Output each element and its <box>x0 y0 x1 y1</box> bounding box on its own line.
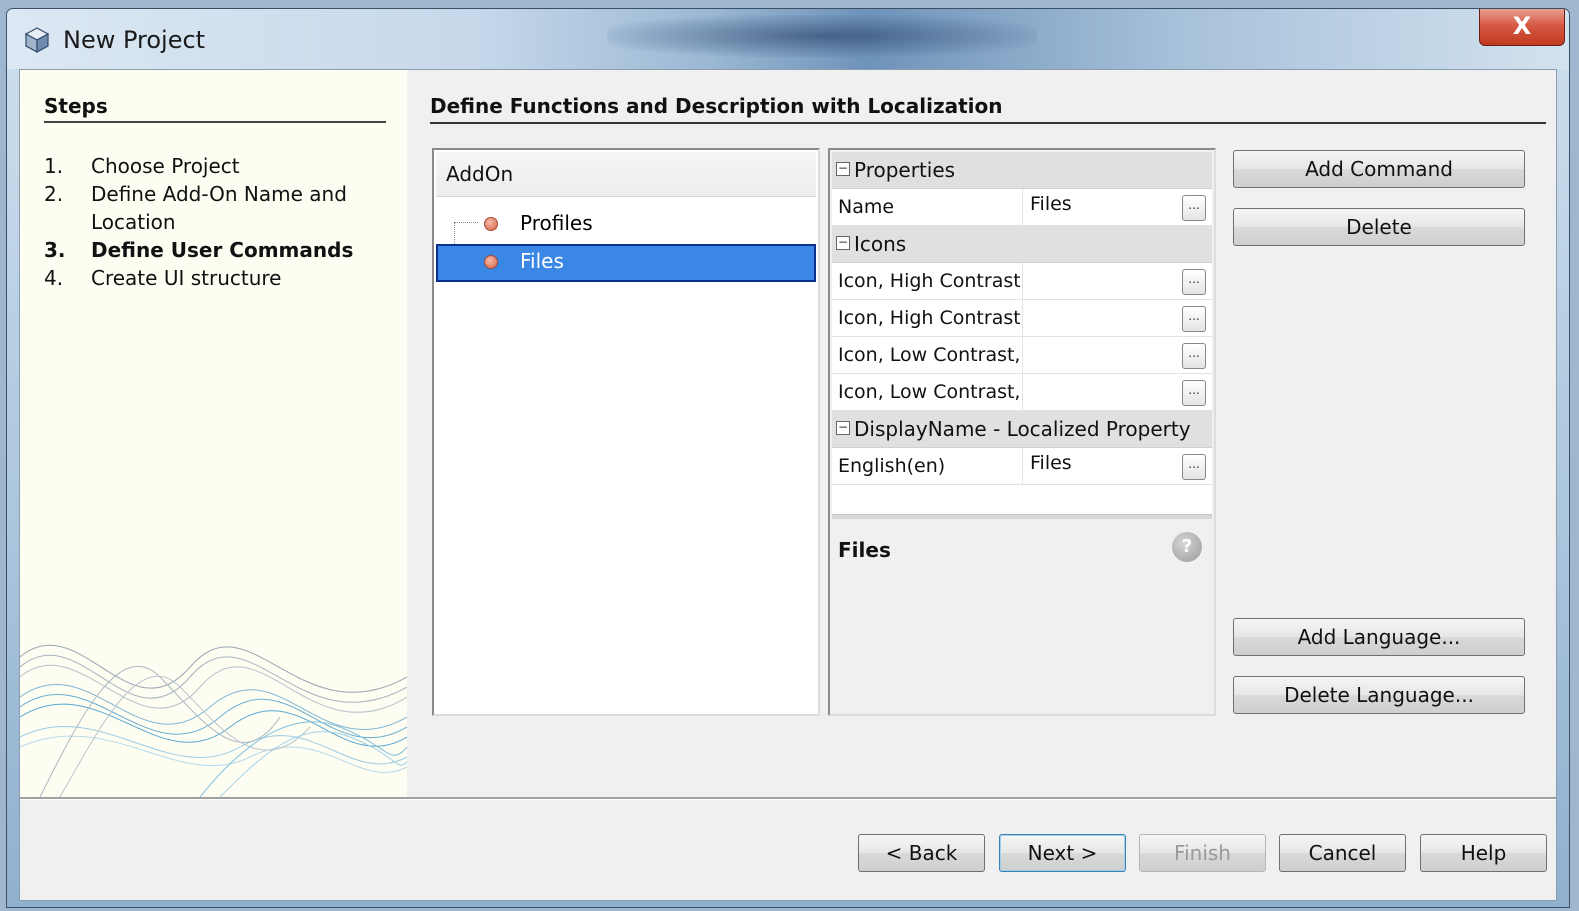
tree-node-files[interactable]: Files <box>436 244 816 282</box>
ellipsis-button[interactable]: ... <box>1182 306 1206 332</box>
finish-button[interactable]: Finish <box>1139 834 1266 872</box>
property-row-icon[interactable]: Icon, High Contrast, ... <box>832 263 1212 300</box>
close-button[interactable]: X <box>1479 9 1565 46</box>
add-command-button[interactable]: Add Command <box>1233 150 1525 188</box>
delete-button[interactable]: Delete <box>1233 208 1525 246</box>
add-language-button[interactable]: Add Language... <box>1233 618 1525 656</box>
ellipsis-button[interactable]: ... <box>1182 380 1206 406</box>
property-row-icon[interactable]: Icon, Low Contrast, ... <box>832 374 1212 411</box>
property-row-icon[interactable]: Icon, Low Contrast, ... <box>832 337 1212 374</box>
dialog-body: Steps 1. Choose Project 2. Define Add-On N… <box>19 69 1557 901</box>
help-icon[interactable]: ? <box>1172 532 1202 562</box>
delete-language-button[interactable]: Delete Language... <box>1233 676 1525 714</box>
help-button[interactable]: Help <box>1420 834 1547 872</box>
description-title: Files <box>838 538 891 562</box>
english-value-field[interactable]: Files <box>1030 452 1072 474</box>
new-project-dialog: New Project X Steps 1. Choose Project 2. D… <box>6 8 1570 908</box>
ellipsis-button[interactable]: ... <box>1182 454 1206 480</box>
page-title: Define Functions and Description with Lo… <box>430 94 1546 124</box>
property-row-english[interactable]: English(en) Files ... <box>832 448 1212 485</box>
ellipsis-button[interactable]: ... <box>1182 343 1206 369</box>
category-displayname[interactable]: − DisplayName - Localized Property <box>832 411 1212 448</box>
category-icons[interactable]: − Icons <box>832 226 1212 263</box>
window-title: New Project <box>63 26 206 54</box>
title-bar-background-logo <box>607 15 1037 57</box>
title-bar[interactable]: New Project X <box>7 9 1569 69</box>
ellipsis-button[interactable]: ... <box>1182 195 1206 221</box>
name-value-field[interactable]: Files <box>1030 193 1072 215</box>
category-properties[interactable]: − Properties <box>832 152 1212 189</box>
properties-table: − Properties Name Files ... − Icons Icon… <box>832 152 1212 519</box>
property-sheet: − Properties Name Files ... − Icons Icon… <box>828 148 1216 716</box>
step-item: Location <box>91 210 176 234</box>
tree-node-profiles[interactable]: Profiles <box>436 206 816 240</box>
decorative-waves <box>20 644 407 797</box>
steps-panel: Steps 1. Choose Project 2. Define Add-On N… <box>20 70 407 797</box>
node-bullet-icon <box>484 255 498 269</box>
ellipsis-button[interactable]: ... <box>1182 269 1206 295</box>
step-item: 1. Choose Project <box>44 154 240 178</box>
back-button[interactable]: < Back <box>858 834 985 872</box>
step-item-active: 3. Define User Commands <box>44 238 354 262</box>
node-bullet-icon <box>484 217 498 231</box>
step-item: 2. Define Add-On Name and <box>44 182 347 206</box>
collapse-icon[interactable]: − <box>836 162 850 176</box>
steps-heading: Steps <box>44 94 386 123</box>
step-item: 4. Create UI structure <box>44 266 282 290</box>
property-row-icon[interactable]: Icon, High Contrast, ... <box>832 300 1212 337</box>
cube-icon <box>25 27 49 53</box>
close-icon: X <box>1512 12 1532 40</box>
collapse-icon[interactable]: − <box>836 236 850 250</box>
tree-root-addon[interactable]: AddOn <box>436 152 816 197</box>
collapse-icon[interactable]: − <box>836 421 850 435</box>
command-tree[interactable]: AddOn Profiles Files <box>432 148 820 716</box>
next-button[interactable]: Next > <box>999 834 1126 872</box>
footer-separator <box>20 797 1556 800</box>
cancel-button[interactable]: Cancel <box>1279 834 1406 872</box>
description-splitter[interactable] <box>832 514 1212 519</box>
property-row-name[interactable]: Name Files ... <box>832 189 1212 226</box>
